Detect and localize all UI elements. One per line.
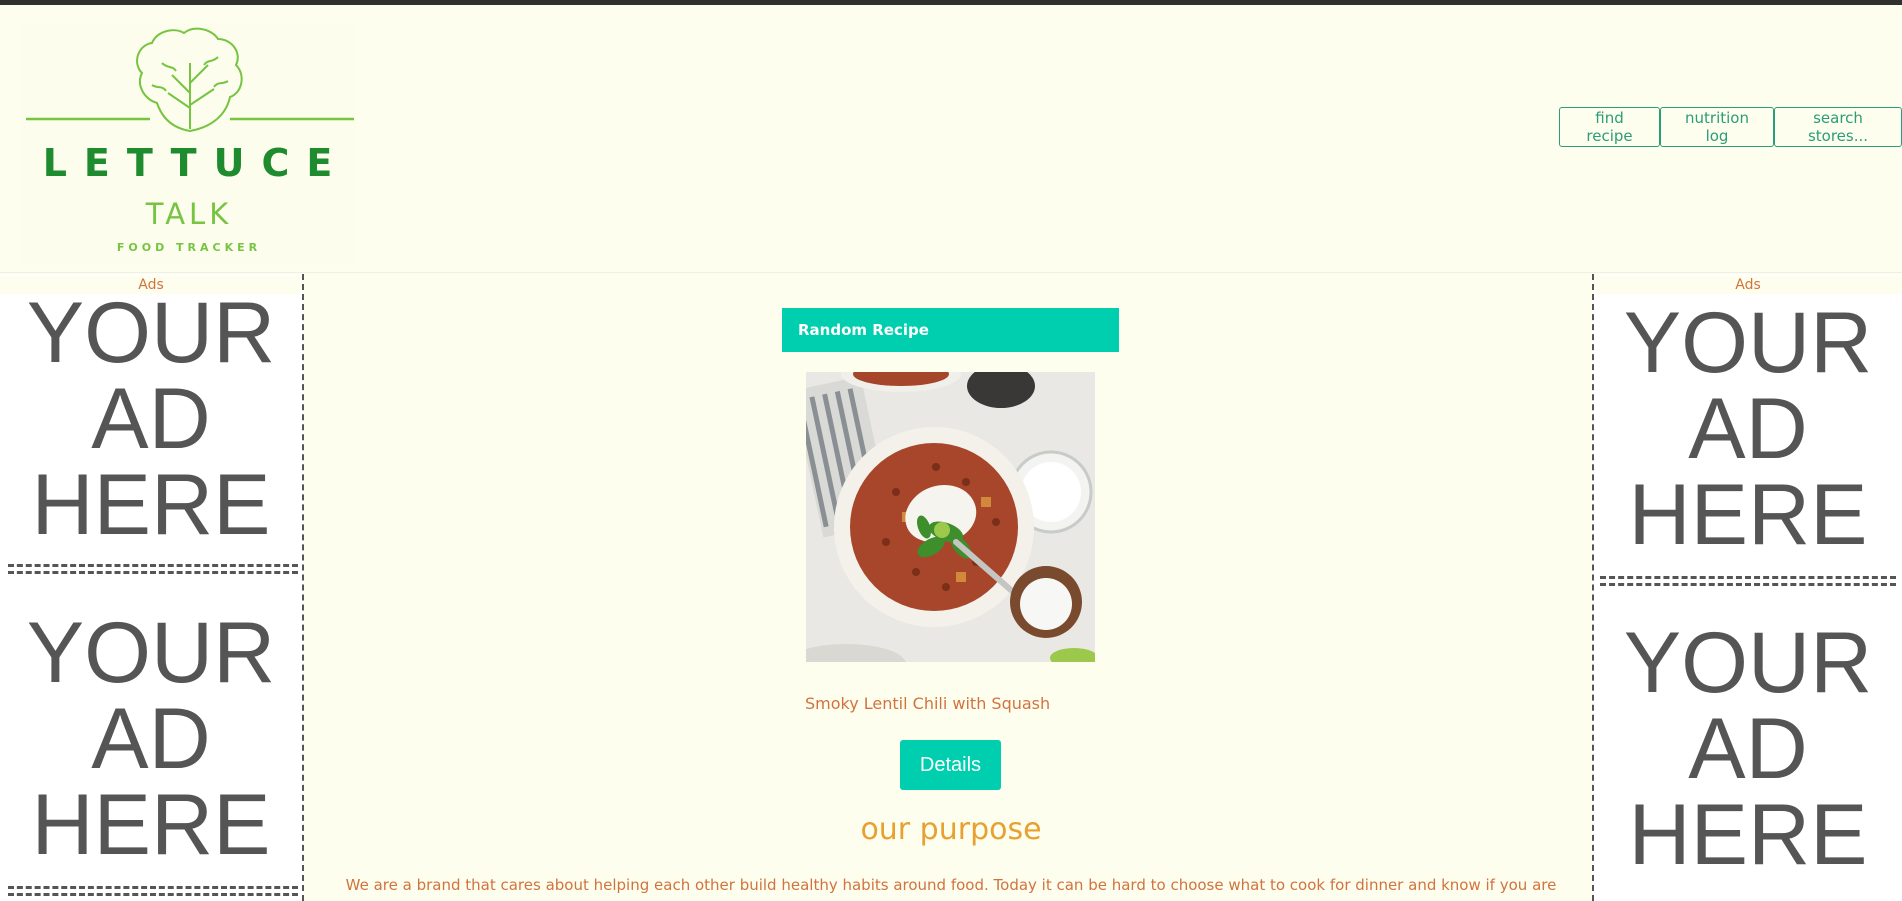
ad-text-line: YOUR bbox=[26, 605, 276, 701]
ad-text-line: YOUR bbox=[26, 285, 276, 381]
details-button[interactable]: Details bbox=[900, 740, 1001, 790]
recipe-image[interactable] bbox=[806, 372, 1095, 662]
purpose-text: We are a brand that cares about helping … bbox=[345, 876, 1557, 894]
logo[interactable]: LETTUCE TALK FOOD TRACKER bbox=[22, 23, 356, 263]
lettuce-icon bbox=[26, 27, 354, 133]
search-stores-button[interactable]: search stores... bbox=[1774, 107, 1902, 147]
ad-text-line: HERE bbox=[31, 457, 271, 553]
header: LETTUCE TALK FOOD TRACKER find recipe nu… bbox=[0, 5, 1902, 273]
logo-subword: TALK bbox=[145, 197, 233, 231]
main-nav: find recipe nutrition log search stores.… bbox=[1559, 107, 1902, 147]
purpose-heading: our purpose bbox=[860, 812, 1042, 847]
ad-divider bbox=[1600, 576, 1896, 586]
random-recipe-header: Random Recipe bbox=[782, 308, 1119, 352]
ad-divider bbox=[8, 564, 298, 574]
ad-text-line: AD bbox=[1688, 701, 1808, 797]
ad-text-line: YOUR bbox=[1623, 615, 1873, 711]
recipe-photo bbox=[806, 372, 1095, 662]
ad-placeholder[interactable]: YOUR AD HERE bbox=[0, 290, 302, 548]
ad-divider bbox=[8, 886, 298, 896]
recipe-name: Smoky Lentil Chili with Squash bbox=[805, 694, 1051, 713]
ads-label: Ads bbox=[1594, 276, 1902, 294]
ad-text-line: AD bbox=[91, 691, 211, 787]
logo-tagline: FOOD TRACKER bbox=[116, 241, 262, 254]
ad-placeholder[interactable]: YOUR AD HERE bbox=[1594, 300, 1902, 558]
ad-text-line: AD bbox=[91, 371, 211, 467]
logo-wordmark: LETTUCE bbox=[42, 141, 350, 185]
ad-text-line: AD bbox=[1688, 381, 1808, 477]
find-recipe-button[interactable]: find recipe bbox=[1559, 107, 1660, 147]
ad-text-line: HERE bbox=[1628, 467, 1868, 563]
ads-left-column: Ads YOUR AD HERE YOUR AD HERE bbox=[0, 274, 304, 901]
ad-text-line: YOUR bbox=[1623, 295, 1873, 391]
ads-right-column: Ads YOUR AD HERE YOUR AD HERE bbox=[1592, 274, 1902, 901]
nutrition-log-button[interactable]: nutrition log bbox=[1660, 107, 1774, 147]
